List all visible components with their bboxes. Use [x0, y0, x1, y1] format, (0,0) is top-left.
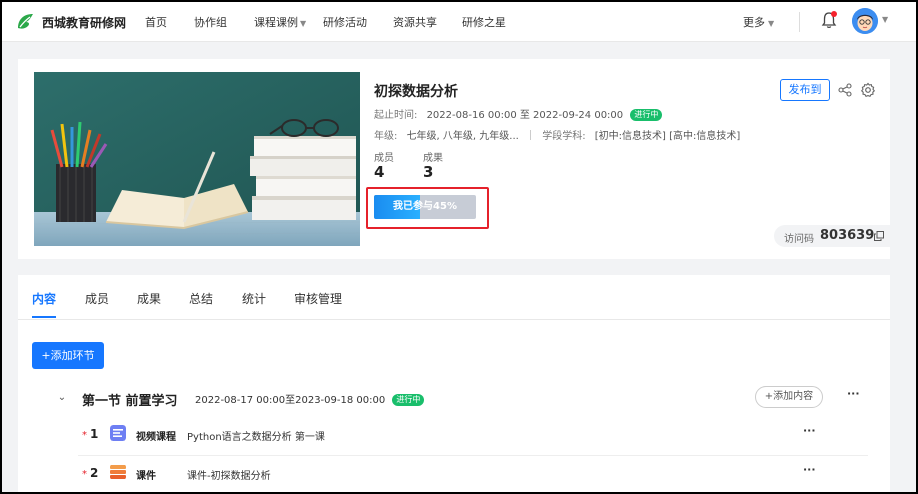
nav-item-label: 资源共享 [393, 16, 437, 29]
results-label: 成果 [423, 153, 443, 164]
activity-title: 初探数据分析 [374, 84, 458, 100]
results-count[interactable]: 3 [423, 163, 433, 181]
nav-item-groups[interactable]: 协作组 [194, 14, 227, 30]
required-mark: * [82, 430, 87, 441]
nav-item-label: 课程课例 [254, 16, 298, 29]
notification-dot [831, 11, 837, 17]
gear-icon[interactable] [860, 82, 876, 98]
subject-label: 学段学科: [542, 131, 586, 142]
grade-subject-row: 年级: 七年级, 八年级, 九年级... 学段学科: [初中:信息技术] [高中… [374, 127, 740, 142]
tab-statistics[interactable]: 统计 [242, 290, 266, 307]
app-window: 西城教育研修网 首页 协作组 课程课例 ▼ 研修活动 资源共享 研修之星 更多 ▼ … [0, 0, 918, 494]
participation-progress-bar[interactable]: 我已参与45% [374, 195, 476, 219]
grade-label: 年级: [374, 131, 398, 142]
grade-values: 七年级, 八年级, 九年级... [406, 131, 519, 142]
access-code-box: 访问码 803639 [774, 225, 890, 247]
item-name[interactable]: Python语言之数据分析 第一课 [187, 428, 325, 443]
copy-icon[interactable] [874, 231, 884, 241]
video-course-icon [110, 425, 126, 441]
chevron-down-icon[interactable]: ⌄ [56, 392, 68, 404]
list-item[interactable]: * 1 视频课程 Python语言之数据分析 第一课 ··· [78, 418, 868, 456]
top-navbar: 西城教育研修网 首页 协作组 课程课例 ▼ 研修活动 资源共享 研修之星 更多 ▼ … [2, 2, 916, 42]
tab-results[interactable]: 成果 [137, 290, 161, 307]
activity-header-card: 初探数据分析 发布到 起止时间: 2022-08-16 00:00 至 2022… [18, 59, 890, 259]
books-cover-illustration [34, 72, 360, 246]
courseware-icon [110, 465, 126, 479]
list-item[interactable]: * 2 课件 课件-初探数据分析 ··· [78, 457, 868, 492]
nav-item-activities[interactable]: 研修活动 [323, 14, 367, 30]
section-time: 2022-08-17 00:00至2023-09-18 00:00 进行中 [195, 391, 425, 406]
item-type: 视频课程 [136, 432, 176, 443]
tabs-divider [18, 319, 890, 320]
status-badge: 进行中 [630, 109, 663, 121]
nav-item-label: 协作组 [194, 16, 227, 29]
publish-button[interactable]: 发布到 [780, 79, 830, 101]
active-tab-indicator [32, 316, 56, 318]
access-code-label: 访问码 [784, 234, 814, 245]
avatar-face-icon [852, 8, 878, 34]
divider [799, 12, 800, 32]
nav-item-resources[interactable]: 资源共享 [393, 14, 437, 30]
members-count[interactable]: 4 [374, 163, 384, 181]
progress-text: 我已参与45% [393, 201, 457, 212]
item-index: 1 [90, 427, 99, 441]
nav-item-label: 研修活动 [323, 16, 367, 29]
item-type: 课件 [136, 471, 156, 482]
more-label: 更多 [743, 16, 765, 29]
add-section-button[interactable]: +添加环节 [32, 342, 104, 369]
chevron-down-icon: ▼ [768, 19, 775, 28]
add-content-button[interactable]: +添加内容 [755, 386, 823, 408]
content-card: 内容 成员 成果 总结 统计 审核管理 +添加环节 ⌄ 第一节 前置学习 202… [18, 275, 890, 492]
more-options-icon[interactable]: ··· [847, 387, 860, 400]
share-icon[interactable] [838, 83, 852, 97]
required-mark: * [82, 469, 87, 480]
nav-item-label: 首页 [145, 16, 167, 29]
time-range-row: 起止时间: 2022-08-16 00:00 至 2022-09-24 00:0… [374, 106, 663, 121]
site-name[interactable]: 西城教育研修网 [42, 14, 126, 31]
chevron-down-icon: ▼ [300, 19, 307, 28]
nav-item-home[interactable]: 首页 [145, 14, 167, 30]
tab-content[interactable]: 内容 [32, 290, 56, 307]
more-options-icon[interactable]: ··· [803, 424, 816, 437]
time-label: 起止时间: [374, 110, 418, 121]
cover-image [34, 72, 360, 246]
more-menu[interactable]: 更多 ▼ [743, 14, 774, 30]
members-label: 成员 [374, 153, 394, 164]
nav-item-stars[interactable]: 研修之星 [462, 14, 506, 30]
tab-review[interactable]: 审核管理 [294, 290, 342, 307]
more-options-icon[interactable]: ··· [803, 463, 816, 476]
status-badge: 进行中 [392, 394, 425, 406]
divider [530, 130, 532, 140]
time-range: 2022-08-16 00:00 至 2022-09-24 00:00 [426, 110, 624, 121]
nav-item-courses[interactable]: 课程课例 ▼ [254, 14, 306, 30]
item-name[interactable]: 课件-初探数据分析 [187, 467, 271, 482]
tab-summary[interactable]: 总结 [189, 290, 213, 307]
item-index: 2 [90, 466, 99, 480]
avatar[interactable] [852, 8, 878, 34]
tab-members[interactable]: 成员 [85, 290, 109, 307]
section-time-range: 2022-08-17 00:00至2023-09-18 00:00 [195, 395, 386, 406]
chevron-down-icon[interactable]: ▼ [882, 15, 888, 24]
nav-item-label: 研修之星 [462, 16, 506, 29]
section-title: 第一节 前置学习 [82, 394, 178, 409]
logo-icon[interactable] [14, 11, 36, 33]
access-code-value: 803639 [820, 228, 875, 243]
subject-values: [初中:信息技术] [高中:信息技术] [594, 131, 741, 142]
